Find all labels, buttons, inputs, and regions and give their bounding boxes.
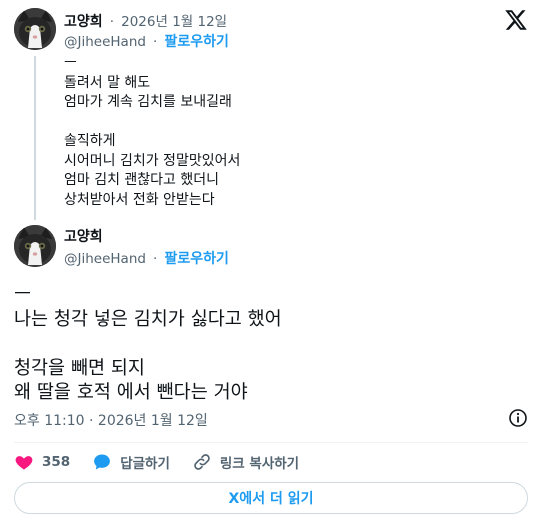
read-more-button[interactable]: X에서 더 읽기 xyxy=(14,482,528,514)
reply-label: 답글하기 xyxy=(120,456,170,472)
main-tweet-subheader: @JiheeHand · 팔로우하기 xyxy=(64,248,229,268)
x-logo-icon[interactable] xyxy=(504,8,528,32)
separator: · xyxy=(153,251,158,267)
handle[interactable]: @JiheeHand xyxy=(64,34,146,50)
heart-icon xyxy=(15,456,33,470)
info-icon[interactable] xyxy=(508,408,528,428)
avatar[interactable] xyxy=(14,225,56,267)
reply-tweet-header: 고양희 · 2026년 1월 12일 xyxy=(64,10,227,31)
separator: · xyxy=(153,34,158,50)
copy-link-label: 링크 복사하기 xyxy=(219,456,300,472)
thread-connector xyxy=(34,56,36,220)
display-name[interactable]: 고양희 xyxy=(64,229,103,245)
follow-button[interactable]: 팔로우하기 xyxy=(164,34,228,50)
like-count: 358 xyxy=(42,454,71,470)
speech-bubble-icon xyxy=(94,454,111,470)
action-bar: 358 답글하기 링크 복사하기 xyxy=(14,449,321,475)
avatar[interactable] xyxy=(14,8,56,50)
reply-tweet-subheader: @JiheeHand · 팔로우하기 xyxy=(64,31,229,51)
reply-tweet-text: ㅡ 돌려서 말 해도 엄마가 계속 김치를 보내길래 솔직하게 시어머니 김치가… xyxy=(64,55,241,208)
reply-button[interactable]: 답글하기 xyxy=(92,452,170,472)
link-icon xyxy=(194,454,210,470)
display-name[interactable]: 고양희 xyxy=(64,14,103,30)
like-button[interactable]: 358 xyxy=(14,452,70,472)
main-tweet-header: 고양희 xyxy=(64,226,103,246)
separator: · xyxy=(109,14,115,30)
follow-button[interactable]: 팔로우하기 xyxy=(164,251,228,267)
tweet-date[interactable]: 2026년 1월 12일 xyxy=(121,14,227,30)
copy-link-button[interactable]: 링크 복사하기 xyxy=(192,452,299,472)
tweet-timestamp[interactable]: 오후 11:10 · 2026년 1월 12일 xyxy=(14,410,208,430)
main-tweet-text: ㅡ 나는 청각 넣은 김치가 싫다고 했어 청각을 빼면 되지 왜 딸을 호적 … xyxy=(14,284,282,403)
divider xyxy=(14,442,528,443)
handle[interactable]: @JiheeHand xyxy=(64,251,146,267)
